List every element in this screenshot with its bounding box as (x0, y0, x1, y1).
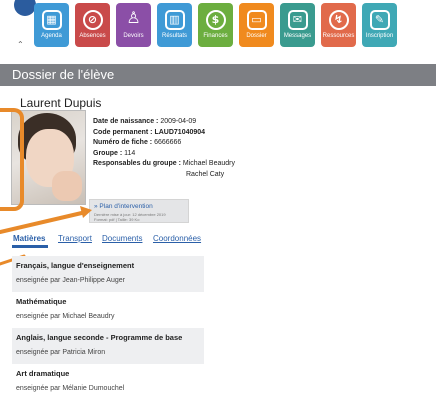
nav-devoirs[interactable]: ♙ Devoirs (116, 3, 151, 47)
resources-icon: ↯ (328, 10, 349, 30)
nav-agenda[interactable]: ▦ Agenda (34, 3, 69, 47)
collapse-arrows-icon[interactable]: ⌃ (17, 40, 24, 49)
group-value: 114 (124, 149, 136, 157)
nav-dossier[interactable]: ▭ Dossier (239, 3, 274, 47)
tab-transport[interactable]: Transport (58, 234, 92, 243)
course-list: Français, langue d'enseignement enseigné… (12, 256, 204, 395)
list-item: Art dramatique enseignée par Mélanie Dum… (12, 364, 204, 395)
nav-label: Messages (283, 33, 312, 39)
file-label: Numéro de fiche : (93, 139, 153, 146)
bar-chart-icon: ▥ (164, 10, 185, 30)
course-teacher: enseignée par Patricia Miron (16, 349, 106, 356)
list-item: Mathématique enseignée par Michael Beaud… (12, 292, 204, 328)
nav-label: Résultats (161, 33, 187, 39)
student-name: Laurent Dupuis (20, 96, 102, 110)
nav-ressources[interactable]: ↯ Ressources (321, 3, 356, 47)
student-info: Date de naissance : 2009-04-09 Code perm… (93, 117, 235, 180)
intervention-plan-link[interactable]: » Plan d'intervention (94, 203, 153, 210)
plan-meta: Dernière mise à jour: 12 décembre 2019 F… (94, 212, 166, 222)
nav-label: Agenda (41, 33, 62, 39)
messages-icon: ✉ (287, 10, 308, 30)
birth-label: Date de naissance : (93, 118, 159, 125)
nav-resultats[interactable]: ▥ Résultats (157, 3, 192, 47)
annotation-bracket (0, 108, 24, 211)
active-tab-indicator (12, 245, 48, 248)
form-icon: ✎ (369, 10, 390, 30)
nav-label: Devoirs (123, 33, 144, 39)
absence-icon: ⊘ (82, 10, 103, 30)
nav-messages[interactable]: ✉ Messages (280, 3, 315, 47)
code-value: LAUD71040904 (154, 128, 206, 136)
calendar-icon: ▦ (41, 10, 62, 30)
nav-label: Absences (79, 33, 106, 39)
course-name: Art dramatique (16, 369, 70, 378)
nav-absences[interactable]: ⊘ Absences (75, 3, 110, 47)
file-value: 6666666 (154, 139, 182, 146)
page-title-bar: Dossier de l'élève (0, 64, 436, 86)
folder-icon: ▭ (246, 10, 267, 30)
nav-finances[interactable]: $ Finances (198, 3, 233, 47)
responsable-2: Rachel Caty (186, 170, 225, 178)
course-teacher: enseignée par Jean-Philippe Auger (16, 277, 125, 284)
intervention-plan-box[interactable]: » Plan d'intervention Dernière mise à jo… (89, 199, 189, 223)
nav-label: Ressources (322, 33, 355, 39)
course-name: Français, langue d'enseignement (16, 261, 135, 270)
course-teacher: enseignée par Michael Beaudry (16, 313, 115, 320)
tab-coordonnees[interactable]: Coordonnées (153, 234, 201, 243)
nav-label: Finances (203, 33, 228, 39)
responsables-label: Responsables du groupe : (93, 160, 181, 167)
code-label: Code permanent : (93, 128, 153, 136)
birth-value: 2009-04-09 (160, 118, 197, 125)
course-name: Mathématique (16, 297, 67, 306)
plan-format: Format: pdf | Taille: 39 Ko (94, 217, 140, 222)
nav-label: Dossier (246, 33, 267, 39)
nav-label: Inscription (365, 33, 394, 39)
course-teacher: enseignée par Mélanie Dumouchel (16, 385, 125, 392)
page-title: Dossier de l'élève (12, 67, 115, 82)
school-logo (14, 0, 36, 16)
tab-documents[interactable]: Documents (102, 234, 142, 243)
person-icon: ♙ (126, 8, 141, 27)
list-item: Anglais, langue seconde - Programme de b… (12, 328, 204, 364)
course-name: Anglais, langue seconde - Programme de b… (16, 333, 183, 342)
nav-inscription[interactable]: ✎ Inscription (362, 3, 397, 47)
dollar-icon: $ (205, 10, 226, 30)
list-item: Français, langue d'enseignement enseigné… (12, 256, 204, 292)
tab-matieres[interactable]: Matières (13, 234, 45, 243)
group-label: Groupe : (93, 149, 123, 157)
responsable-1: Michael Beaudry (182, 160, 235, 167)
